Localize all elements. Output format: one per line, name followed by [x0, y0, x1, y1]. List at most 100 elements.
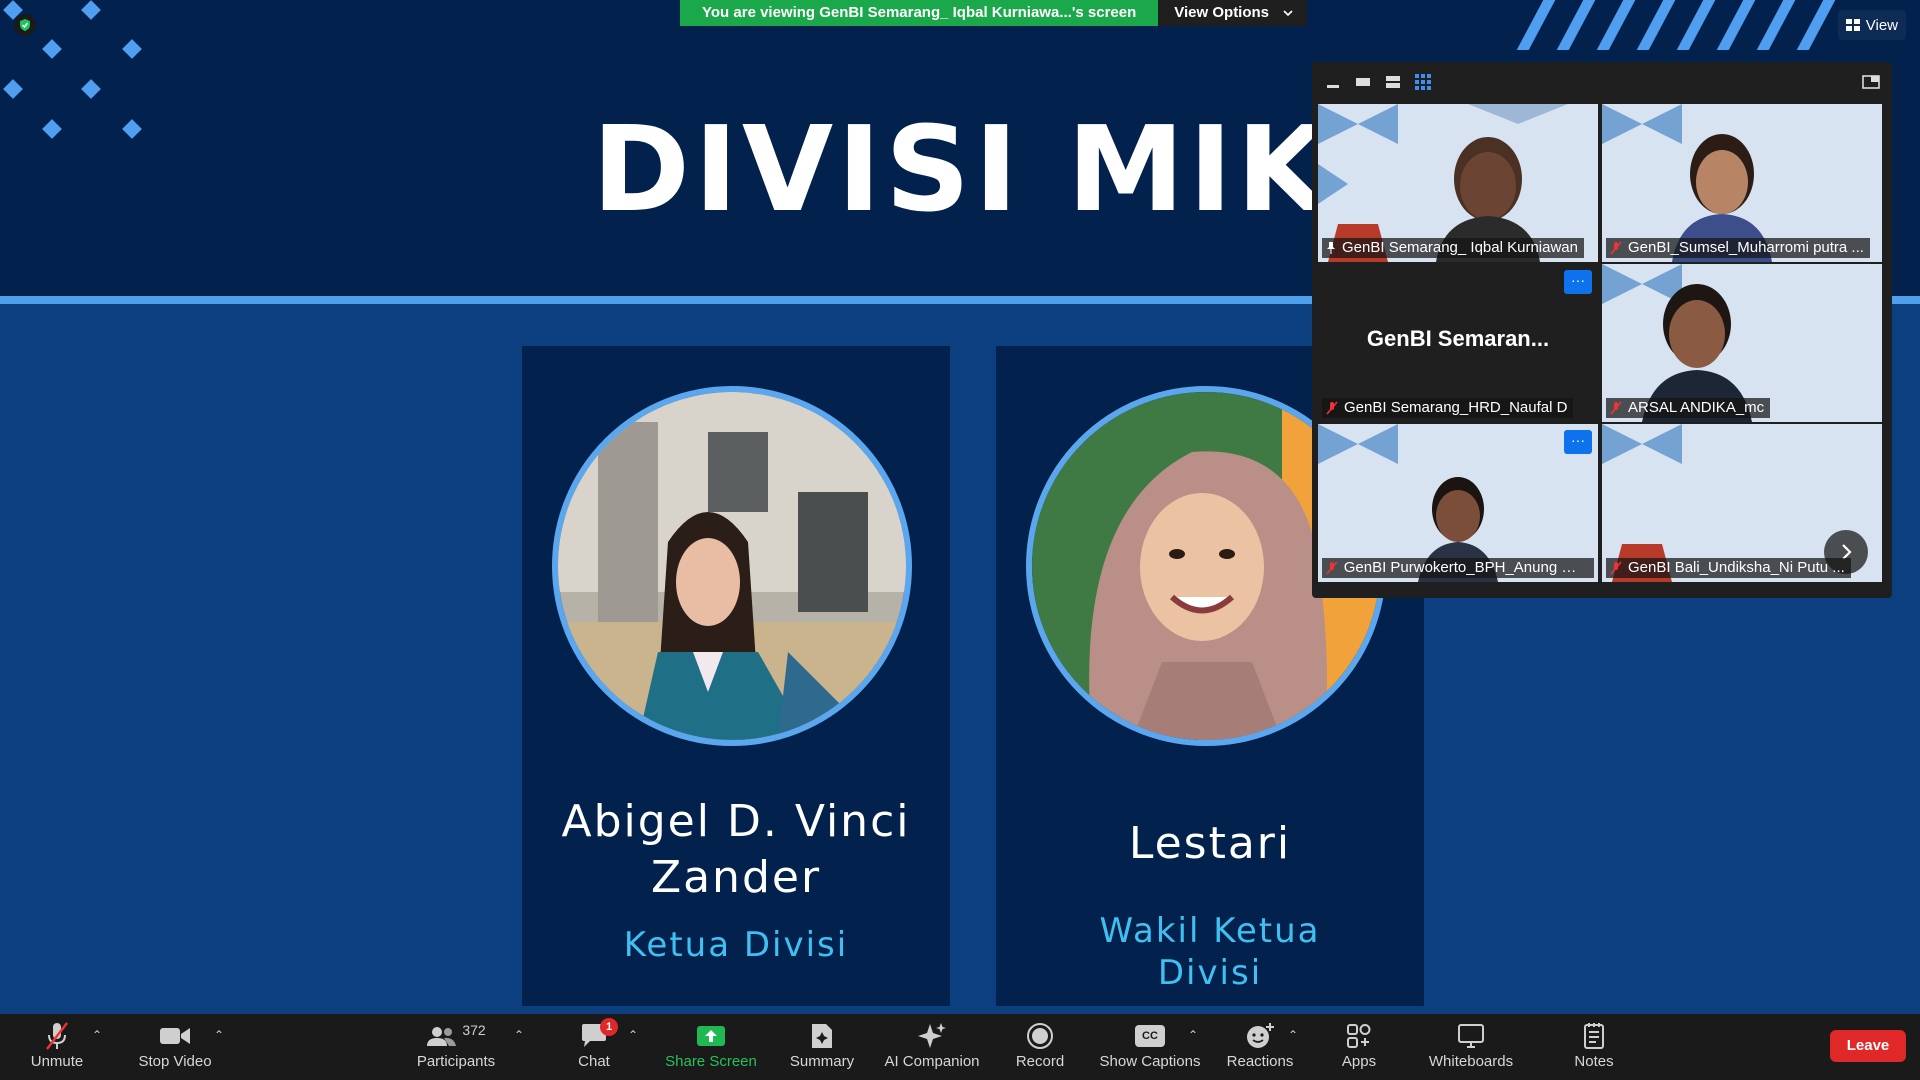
- show-captions-button[interactable]: CC Show Captions: [1098, 1020, 1202, 1076]
- gallery-toolbar: [1312, 62, 1892, 102]
- record-label: Record: [1015, 1053, 1065, 1070]
- participant-tile[interactable]: GenBI Semarang_ Iqbal Kurniawan: [1318, 104, 1598, 262]
- encryption-shield-icon[interactable]: [14, 14, 36, 36]
- shared-screen: DIVISI MIKA Abigel D. Vinci Zander Ketua…: [0, 0, 1920, 1014]
- gallery-grid-icon[interactable]: [1412, 72, 1434, 92]
- participant-name: ARSAL ANDIKA_mc: [1628, 399, 1765, 416]
- mic-muted-icon: [1610, 241, 1622, 255]
- whiteboard-icon: [1457, 1020, 1485, 1052]
- participant-label: GenBI Semarang_HRD_Naufal D: [1322, 398, 1574, 418]
- participants-options-caret-icon[interactable]: ⌃: [514, 1028, 524, 1042]
- view-button-label: View: [1865, 16, 1898, 34]
- side-by-side-icon[interactable]: [1382, 72, 1404, 92]
- cc-glyph: CC: [1135, 1025, 1165, 1047]
- share-screen-button[interactable]: Share Screen: [664, 1020, 758, 1076]
- reactions-label: Reactions: [1226, 1053, 1294, 1070]
- participant-name: GenBI Semarang_HRD_Naufal D: [1344, 399, 1568, 416]
- chat-unread-badge: 1: [600, 1018, 618, 1036]
- member-photo: [552, 386, 912, 746]
- participants-icon-group: 372: [426, 1020, 486, 1052]
- unmute-button[interactable]: Unmute: [24, 1020, 90, 1076]
- participant-name: GenBI Bali_Undiksha_Ni Putu ...: [1628, 559, 1845, 576]
- participant-name: GenBI Purwokerto_BPH_Anung Ga...: [1343, 559, 1588, 576]
- participant-name: GenBI_Sumsel_Muharromi putra ...: [1628, 239, 1864, 256]
- participants-label: Participants: [416, 1053, 496, 1070]
- member-role-line1: Wakil Ketua: [1099, 911, 1321, 951]
- speaker-view-icon[interactable]: [1352, 72, 1374, 92]
- grid-icon: [1845, 19, 1860, 31]
- participants-button[interactable]: 372 Participants: [412, 1020, 500, 1076]
- minimize-icon[interactable]: [1322, 72, 1344, 92]
- participant-tile[interactable]: ··· GenBI Purwokerto_BPH_Anung Ga...: [1318, 424, 1598, 582]
- summary-label: Summary: [789, 1053, 855, 1070]
- participant-tile[interactable]: GenBI_Sumsel_Muharromi putra ...: [1602, 104, 1882, 262]
- member-role: Ketua Divisi: [623, 925, 849, 965]
- apps-button[interactable]: Apps: [1330, 1020, 1388, 1076]
- record-button[interactable]: Record: [1014, 1020, 1066, 1076]
- member-name-line2: Zander: [650, 852, 822, 903]
- sharing-message: You are viewing GenBI Semarang_ Iqbal Ku…: [680, 0, 1159, 26]
- whiteboards-label: Whiteboards: [1428, 1053, 1514, 1070]
- video-gallery-panel: GenBI Semarang_ Iqbal Kurniawan GenBI_Su…: [1312, 62, 1892, 598]
- mic-muted-icon: [1326, 561, 1338, 575]
- chat-label: Chat: [578, 1053, 610, 1070]
- chevron-down-icon: [1283, 10, 1293, 17]
- video-camera-icon: [159, 1020, 191, 1052]
- leave-button[interactable]: Leave: [1830, 1030, 1906, 1062]
- apps-label: Apps: [1341, 1053, 1377, 1070]
- member-name-line1: Abigel D. Vinci: [561, 796, 911, 847]
- member-card: Abigel D. Vinci Zander Ketua Divisi: [522, 346, 950, 1006]
- participant-label: GenBI Purwokerto_BPH_Anung Ga...: [1322, 558, 1594, 578]
- participant-tile[interactable]: GenBI Semaran... ··· GenBI Semarang_HRD_…: [1318, 264, 1598, 422]
- more-options-button[interactable]: ···: [1564, 430, 1592, 454]
- participant-label: GenBI_Sumsel_Muharromi putra ...: [1606, 238, 1870, 258]
- view-button[interactable]: View: [1837, 10, 1906, 40]
- video-options-caret-icon[interactable]: ⌃: [214, 1028, 224, 1042]
- participant-label: ARSAL ANDIKA_mc: [1606, 398, 1771, 418]
- unmute-label: Unmute: [30, 1053, 84, 1070]
- participant-label: GenBI Bali_Undiksha_Ni Putu ...: [1606, 558, 1851, 578]
- ai-companion-label: AI Companion: [884, 1053, 980, 1070]
- reactions-options-caret-icon[interactable]: ⌃: [1288, 1028, 1298, 1042]
- ai-companion-button[interactable]: AI Companion: [880, 1020, 984, 1076]
- participant-tile[interactable]: GenBI Bali_Undiksha_Ni Putu ...: [1602, 424, 1882, 582]
- participant-tile[interactable]: ARSAL ANDIKA_mc: [1602, 264, 1882, 422]
- share-screen-icon: [695, 1020, 727, 1052]
- participant-name: GenBI Semarang_ Iqbal Kurniawan: [1342, 239, 1578, 256]
- participant-label: GenBI Semarang_ Iqbal Kurniawan: [1322, 238, 1584, 258]
- chat-bubble-icon: 1: [580, 1018, 618, 1052]
- view-options-button[interactable]: View Options: [1158, 0, 1308, 26]
- share-screen-label: Share Screen: [665, 1053, 757, 1070]
- notes-button[interactable]: Notes: [1568, 1020, 1620, 1076]
- audio-options-caret-icon[interactable]: ⌃: [92, 1028, 102, 1042]
- notes-icon: [1583, 1020, 1605, 1052]
- closed-captions-icon: CC: [1135, 1020, 1165, 1052]
- mic-muted-icon: [1326, 401, 1338, 415]
- smiley-plus-icon: [1245, 1020, 1275, 1052]
- sparkle-icon: [917, 1020, 947, 1052]
- reactions-button[interactable]: Reactions: [1224, 1020, 1296, 1076]
- stop-video-label: Stop Video: [138, 1053, 212, 1070]
- mic-muted-icon: [43, 1020, 71, 1052]
- captions-options-caret-icon[interactable]: ⌃: [1188, 1028, 1198, 1042]
- chat-options-caret-icon[interactable]: ⌃: [628, 1028, 638, 1042]
- member-name-line1: Lestari: [1128, 818, 1292, 869]
- slide-title: DIVISI MIKA: [592, 100, 1428, 238]
- pop-out-icon[interactable]: [1860, 72, 1882, 92]
- pin-icon: [1327, 242, 1335, 254]
- notes-label: Notes: [1574, 1053, 1614, 1070]
- participants-icon: [427, 1027, 457, 1046]
- stop-video-button[interactable]: Stop Video: [134, 1020, 216, 1076]
- participants-count: 372: [462, 1022, 486, 1038]
- whiteboards-button[interactable]: Whiteboards: [1424, 1020, 1518, 1076]
- sharing-banner: You are viewing GenBI Semarang_ Iqbal Ku…: [680, 0, 1308, 26]
- view-options-label: View Options: [1174, 4, 1270, 21]
- summary-icon: [810, 1020, 834, 1052]
- record-icon: [1026, 1020, 1054, 1052]
- more-options-button[interactable]: ···: [1564, 270, 1592, 294]
- member-role-line2: Divisi: [1157, 953, 1263, 993]
- meeting-toolbar: Unmute ⌃ Stop Video ⌃ 372 Participants ⌃…: [0, 1014, 1920, 1080]
- chat-button[interactable]: 1 Chat: [572, 1018, 618, 1076]
- show-captions-label: Show Captions: [1099, 1053, 1201, 1070]
- summary-button[interactable]: Summary: [786, 1020, 858, 1076]
